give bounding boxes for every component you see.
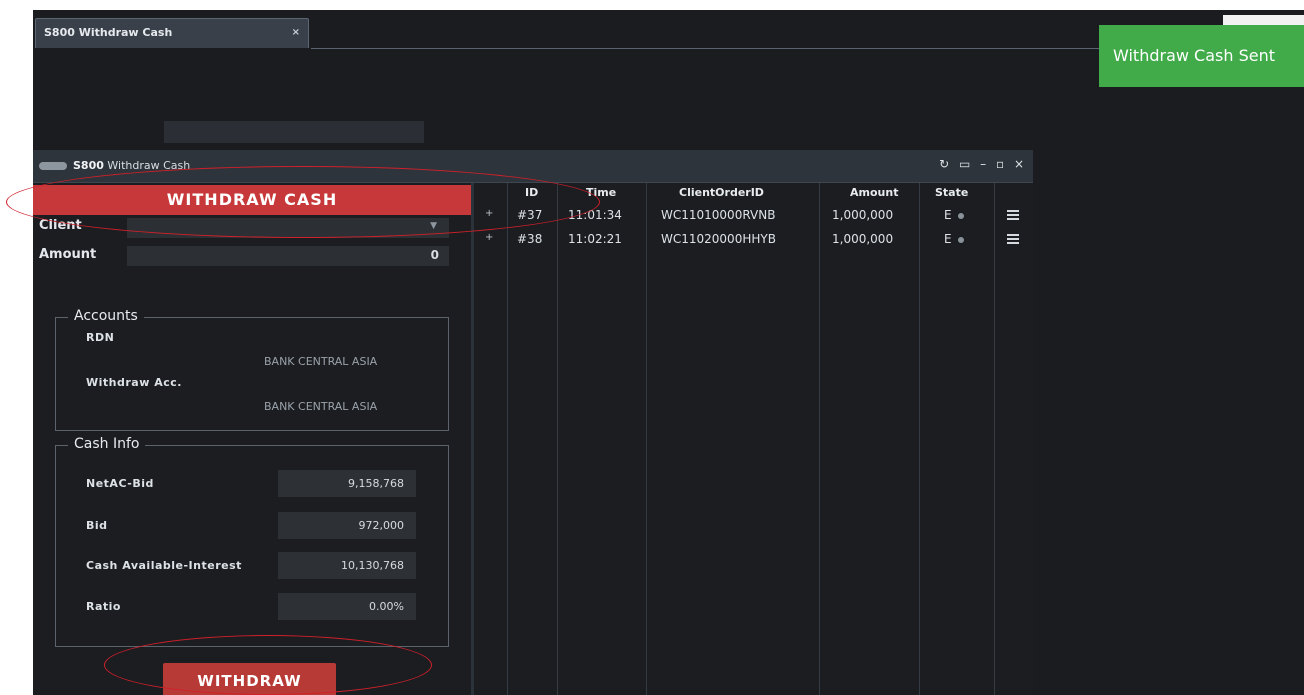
toast-header-strip bbox=[1223, 15, 1304, 25]
header-amount[interactable]: Amount bbox=[850, 186, 898, 199]
client-select[interactable]: ▼ bbox=[127, 218, 449, 238]
amount-input[interactable]: 0 bbox=[127, 246, 449, 266]
tab-label: S800 Withdraw Cash bbox=[44, 26, 173, 39]
app-window: S800 Withdraw Cash × Withdraw Cash Sent … bbox=[33, 10, 1304, 695]
status-dot-icon bbox=[957, 236, 964, 243]
status-dot-icon bbox=[957, 212, 964, 219]
window-title: S800 Withdraw Cash bbox=[73, 159, 190, 172]
withdraw-button[interactable]: WITHDRAW bbox=[163, 663, 336, 695]
amount-label: Amount bbox=[39, 247, 97, 262]
cash-available-label: Cash Available-Interest bbox=[86, 559, 242, 572]
ratio-label: Ratio bbox=[86, 600, 121, 613]
column-divider bbox=[819, 183, 820, 695]
row-id: #37 bbox=[517, 208, 543, 222]
withdraw-acc-bank: BANK CENTRAL ASIA bbox=[264, 400, 378, 413]
row-client-order-id: WC11020000HHYB bbox=[661, 232, 776, 246]
search-bar[interactable] bbox=[164, 121, 424, 143]
table-row[interactable]: + #37 11:01:34 WC11010000RVNB 1,000,000 … bbox=[474, 203, 1033, 227]
withdraw-window: S800 Withdraw Cash ↻ ▭ – ▫ × WITHDRAW CA… bbox=[33, 150, 1033, 695]
state-code: E bbox=[944, 208, 952, 222]
chevron-down-icon: ▼ bbox=[430, 221, 437, 231]
column-divider bbox=[557, 183, 558, 695]
row-time: 11:02:21 bbox=[568, 232, 622, 246]
netac-bid-label: NetAC-Bid bbox=[86, 477, 154, 490]
column-divider bbox=[919, 183, 920, 695]
accounts-legend: Accounts bbox=[68, 308, 144, 324]
toast-message: Withdraw Cash Sent bbox=[1113, 46, 1275, 65]
row-id: #38 bbox=[517, 232, 543, 246]
row-state: E bbox=[944, 232, 964, 246]
column-divider bbox=[994, 183, 995, 695]
tab-withdraw-cash[interactable]: S800 Withdraw Cash × bbox=[35, 18, 309, 48]
row-time: 11:01:34 bbox=[568, 208, 622, 222]
accounts-group: Accounts RDN BANK CENTRAL ASIA Withdraw … bbox=[55, 308, 449, 431]
bid-value: 972,000 bbox=[278, 512, 416, 539]
row-amount: 1,000,000 bbox=[832, 232, 894, 246]
menu-icon[interactable] bbox=[1007, 210, 1019, 222]
header-state[interactable]: State bbox=[935, 186, 968, 199]
withdraw-form: WITHDRAW CASH Client ▼ Amount 0 Accounts… bbox=[33, 183, 471, 695]
bid-label: Bid bbox=[86, 519, 108, 532]
withdraw-acc-label: Withdraw Acc. bbox=[86, 376, 182, 389]
ratio-value: 0.00% bbox=[278, 593, 416, 620]
cash-available-value: 10,130,768 bbox=[278, 552, 416, 579]
amount-value: 0 bbox=[430, 248, 439, 262]
window-controls[interactable]: ↻ ▭ – ▫ × bbox=[939, 157, 1027, 171]
row-state: E bbox=[944, 208, 964, 222]
window-code: S800 bbox=[73, 159, 104, 172]
row-amount: 1,000,000 bbox=[832, 208, 894, 222]
column-divider bbox=[646, 183, 647, 695]
window-titlebar[interactable]: S800 Withdraw Cash ↻ ▭ – ▫ × bbox=[33, 150, 1033, 183]
tab-close-icon[interactable]: × bbox=[292, 27, 300, 38]
window-handle-icon[interactable] bbox=[39, 162, 67, 170]
state-code: E bbox=[944, 232, 952, 246]
rdn-bank: BANK CENTRAL ASIA bbox=[264, 355, 378, 368]
expand-icon[interactable]: + bbox=[485, 208, 493, 219]
expand-icon[interactable]: + bbox=[485, 232, 493, 243]
header-time[interactable]: Time bbox=[586, 186, 616, 199]
rdn-label: RDN bbox=[86, 331, 115, 344]
toast-notification[interactable]: Withdraw Cash Sent bbox=[1099, 25, 1304, 87]
cash-info-group: Cash Info NetAC-Bid 9,158,768 Bid 972,00… bbox=[55, 436, 449, 647]
menu-icon[interactable] bbox=[1007, 234, 1019, 246]
netac-bid-value: 9,158,768 bbox=[278, 470, 416, 497]
client-label: Client bbox=[39, 218, 82, 233]
form-banner: WITHDRAW CASH bbox=[33, 185, 471, 215]
cash-info-legend: Cash Info bbox=[68, 436, 146, 452]
header-id[interactable]: ID bbox=[525, 186, 538, 199]
header-client-order-id[interactable]: ClientOrderID bbox=[679, 186, 764, 199]
window-title-text: Withdraw Cash bbox=[107, 159, 191, 172]
row-client-order-id: WC11010000RVNB bbox=[661, 208, 776, 222]
table-row[interactable]: + #38 11:02:21 WC11020000HHYB 1,000,000 … bbox=[474, 227, 1033, 251]
orders-table: ID Time ClientOrderID Amount State + #37… bbox=[474, 183, 1033, 695]
column-divider bbox=[507, 183, 508, 695]
